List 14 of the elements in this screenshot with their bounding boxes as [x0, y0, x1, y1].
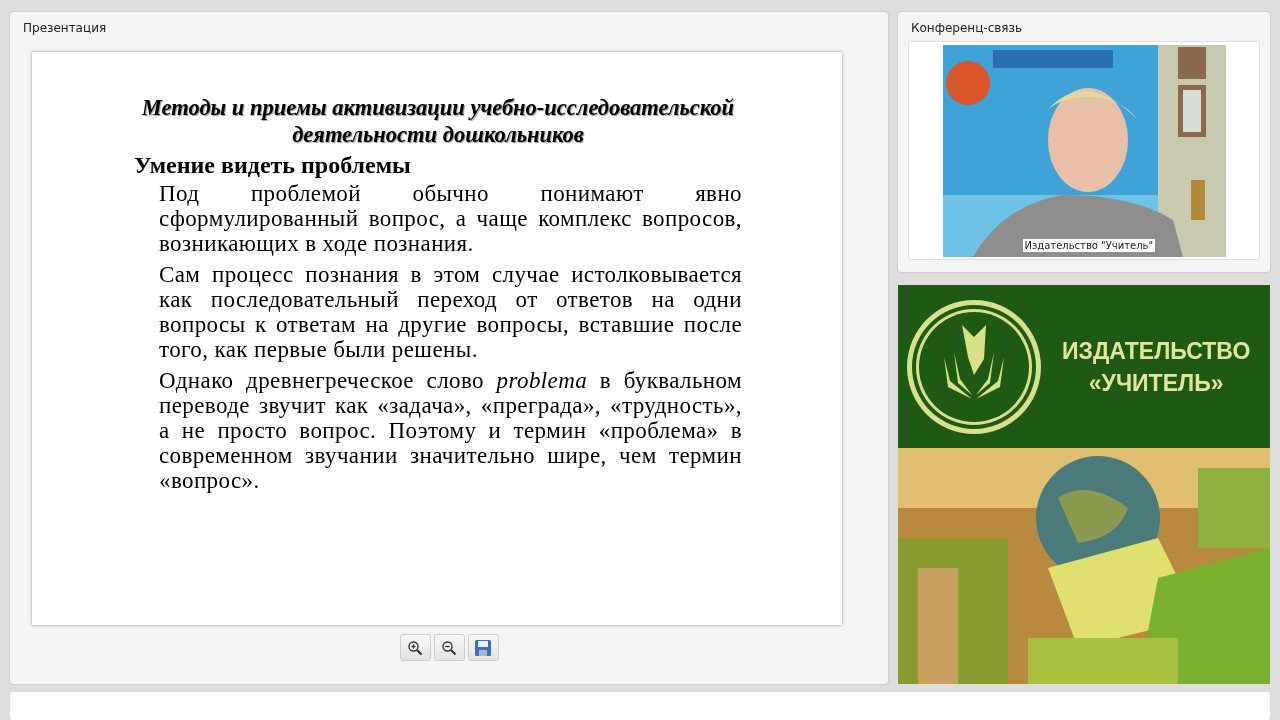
zoom-in-icon	[407, 639, 423, 656]
panel-title: Конференц-связь	[910, 20, 1024, 37]
zoom-in-button[interactable]	[399, 634, 431, 661]
slide-paragraph: Однако древнегреческое слово problema в буквальном переводе звучит как «задача», «преграда», «трудность», а не просто вопрос. Поэтому и термин «проблема» в современном звучании значительно шире, чем термин «вопрос».	[159, 368, 742, 493]
slide-paragraph: Под проблемой обычно понимают явно сформулированный вопрос, а чаще комплекс вопросов, возникающих в ходе познания.	[159, 181, 742, 256]
panel-title: Презентация	[22, 20, 108, 37]
slide-title: Методы и приемы активизации учебно-исследовательской деятельности дошкольников	[140, 94, 736, 148]
publisher-name: ИЗДАТЕЛЬСТВО	[1062, 336, 1251, 366]
zoom-out-button[interactable]	[433, 634, 465, 661]
slide-paragraph: Сам процесс познания в этом случае истолковывается как последовательный переход от ответов на одни вопросы к ответам на другие вопросы, вставшие после того, как первые были решены.	[159, 262, 742, 362]
zoom-out-icon	[441, 639, 457, 656]
slide-heading: Умение видеть проблемы	[134, 152, 412, 179]
publisher-name: «УЧИТЕЛЬ»	[1087, 368, 1225, 398]
save-button[interactable]	[467, 634, 499, 661]
